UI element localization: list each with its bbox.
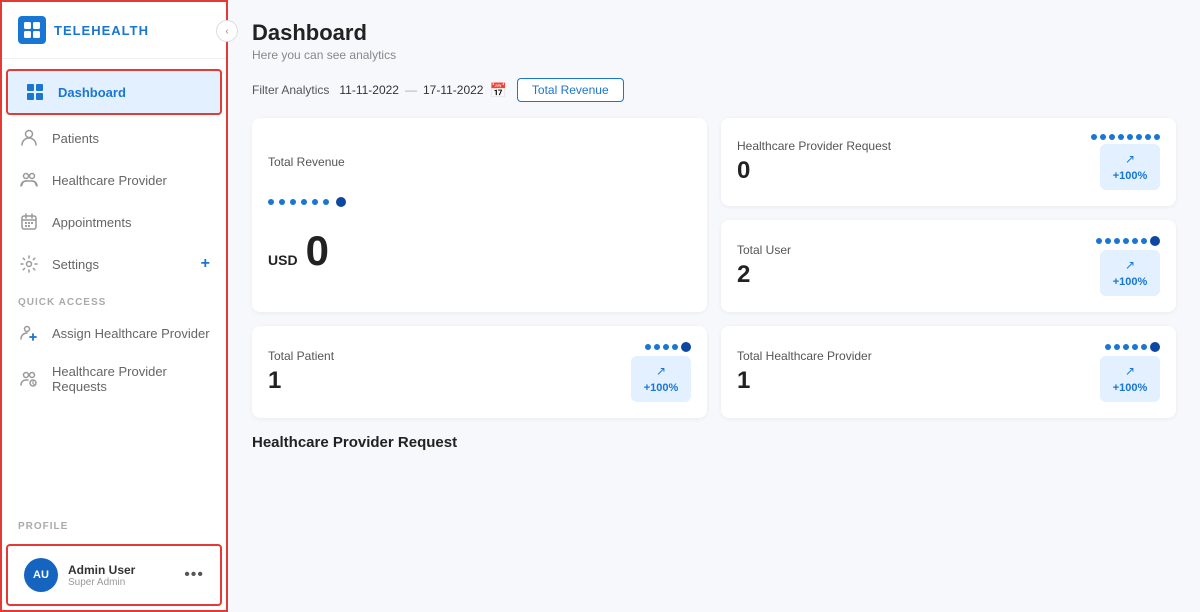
sidebar-item-label-settings: Settings	[52, 257, 189, 272]
calendar-icon[interactable]: 📅	[489, 82, 506, 99]
sidebar-nav: Dashboard Patients	[2, 59, 226, 509]
bottom-stats-grid: Total Patient 1 ↗ +100% Total Healthcare…	[252, 326, 1176, 418]
revenue-value-row: USD 0	[268, 227, 329, 275]
hp-request-label: Healthcare Provider Request	[737, 139, 1077, 153]
total-user-info: Total User 2	[737, 243, 1082, 289]
hp-request-value: 0	[737, 157, 1077, 185]
sidebar-item-label-hp-requests: Healthcare Provider Requests	[52, 364, 210, 394]
total-revenue-card: Total Revenue USD 0	[252, 118, 707, 312]
settings-icon	[18, 253, 40, 275]
total-user-card: Total User 2 ↗ +100%	[721, 220, 1176, 312]
hp-bottom-trend-box: ↗ +100%	[1100, 356, 1160, 402]
patient-trend-pct: +100%	[644, 382, 679, 394]
total-patient-info: Total Patient 1	[268, 349, 617, 395]
settings-plus-icon[interactable]: +	[201, 255, 210, 273]
hp-trend-icon: ↗	[1125, 152, 1135, 166]
dashboard-icon	[24, 81, 46, 103]
hp-trend-box: ↗ +100%	[1100, 144, 1160, 190]
page-subtitle: Here you can see analytics	[252, 48, 1176, 62]
revenue-dots	[268, 197, 346, 207]
patient-trend-icon: ↗	[656, 364, 666, 378]
appointments-icon	[18, 211, 40, 233]
profile-section-label: PROFILE	[2, 509, 226, 536]
avatar: AU	[24, 558, 58, 592]
hp-chart: ↗ +100%	[1100, 342, 1160, 402]
filter-row: Filter Analytics 11-11-2022 — 17-11-2022…	[252, 78, 1176, 102]
sidebar-item-assign-hp[interactable]: Assign Healthcare Provider	[2, 312, 226, 354]
sidebar-item-label-hp: Healthcare Provider	[52, 173, 210, 188]
profile-menu-button[interactable]: •••	[184, 566, 204, 584]
hp-bottom-dots	[1105, 342, 1160, 352]
sidebar-item-healthcare-provider[interactable]: Healthcare Provider	[2, 159, 226, 201]
hp-bottom-trend-icon: ↗	[1125, 364, 1135, 378]
collapse-button[interactable]: ‹	[216, 20, 238, 42]
total-revenue-label: Total Revenue	[268, 155, 345, 169]
sidebar-item-label-dashboard: Dashboard	[58, 85, 204, 100]
sidebar-item-hp-requests[interactable]: Healthcare Provider Requests	[2, 354, 226, 404]
sidebar: TELEHEALTH ‹ Dashboard	[0, 0, 228, 612]
logo-text: TELEHEALTH	[54, 23, 149, 38]
patient-trend-box: ↗ +100%	[631, 356, 691, 402]
sidebar-item-appointments[interactable]: Appointments	[2, 201, 226, 243]
sidebar-item-dashboard[interactable]: Dashboard	[6, 69, 222, 115]
total-hp-info: Total Healthcare Provider 1	[737, 349, 1086, 395]
sidebar-item-label-assign-hp: Assign Healthcare Provider	[52, 326, 210, 341]
user-dots	[1096, 236, 1160, 246]
sidebar-item-label-appointments: Appointments	[52, 215, 210, 230]
sidebar-item-settings[interactable]: Settings +	[2, 243, 226, 285]
profile-name: Admin User	[68, 563, 174, 577]
revenue-prefix: USD	[268, 252, 298, 268]
section-bottom-title: Healthcare Provider Request	[252, 434, 1176, 451]
date-from: 11-11-2022	[339, 83, 399, 97]
total-patient-value: 1	[268, 367, 617, 395]
quick-access-label: QUICK ACCESS	[2, 285, 226, 312]
hp-dots	[1091, 134, 1160, 140]
hp-request-chart: ↗ +100%	[1091, 134, 1160, 190]
sidebar-logo: TELEHEALTH ‹	[2, 2, 226, 59]
date-to: 17-11-2022	[423, 83, 484, 97]
user-trend-icon: ↗	[1125, 258, 1135, 272]
logo-icon	[18, 16, 46, 44]
filter-label: Filter Analytics	[252, 83, 329, 97]
total-patient-label: Total Patient	[268, 349, 617, 363]
healthcare-provider-icon	[18, 169, 40, 191]
total-user-chart: ↗ +100%	[1096, 236, 1160, 296]
date-separator: —	[405, 83, 417, 97]
sidebar-item-label-patients: Patients	[52, 131, 210, 146]
main-content: Dashboard Here you can see analytics Fil…	[228, 0, 1200, 612]
patient-chart: ↗ +100%	[631, 342, 691, 402]
date-range: 11-11-2022 — 17-11-2022 📅	[339, 82, 507, 99]
revenue-value: 0	[306, 227, 329, 275]
hp-trend-pct: +100%	[1113, 170, 1148, 182]
total-user-label: Total User	[737, 243, 1082, 257]
patient-dots	[645, 342, 691, 352]
hp-request-card: Healthcare Provider Request 0 ↗ +100%	[721, 118, 1176, 206]
profile-info: Admin User Super Admin	[68, 563, 174, 588]
user-trend-pct: +100%	[1113, 276, 1148, 288]
user-trend-box: ↗ +100%	[1100, 250, 1160, 296]
sidebar-item-patients[interactable]: Patients	[2, 117, 226, 159]
total-user-value: 2	[737, 261, 1082, 289]
assign-hp-icon	[18, 322, 40, 344]
hp-requests-icon	[18, 368, 40, 390]
top-stats-grid: Total Revenue USD 0 Healthcare Provider …	[252, 118, 1176, 312]
right-stats-col: Healthcare Provider Request 0 ↗ +100%	[721, 118, 1176, 312]
filter-revenue-button[interactable]: Total Revenue	[517, 78, 624, 102]
page-title: Dashboard	[252, 20, 1176, 46]
hp-request-info: Healthcare Provider Request 0	[737, 139, 1077, 185]
patients-icon	[18, 127, 40, 149]
profile-section: AU Admin User Super Admin •••	[6, 544, 222, 606]
total-hp-label: Total Healthcare Provider	[737, 349, 1086, 363]
profile-role: Super Admin	[68, 577, 174, 588]
total-patient-card: Total Patient 1 ↗ +100%	[252, 326, 707, 418]
total-hp-card: Total Healthcare Provider 1 ↗ +100%	[721, 326, 1176, 418]
total-hp-value: 1	[737, 367, 1086, 395]
hp-bottom-trend-pct: +100%	[1113, 382, 1148, 394]
